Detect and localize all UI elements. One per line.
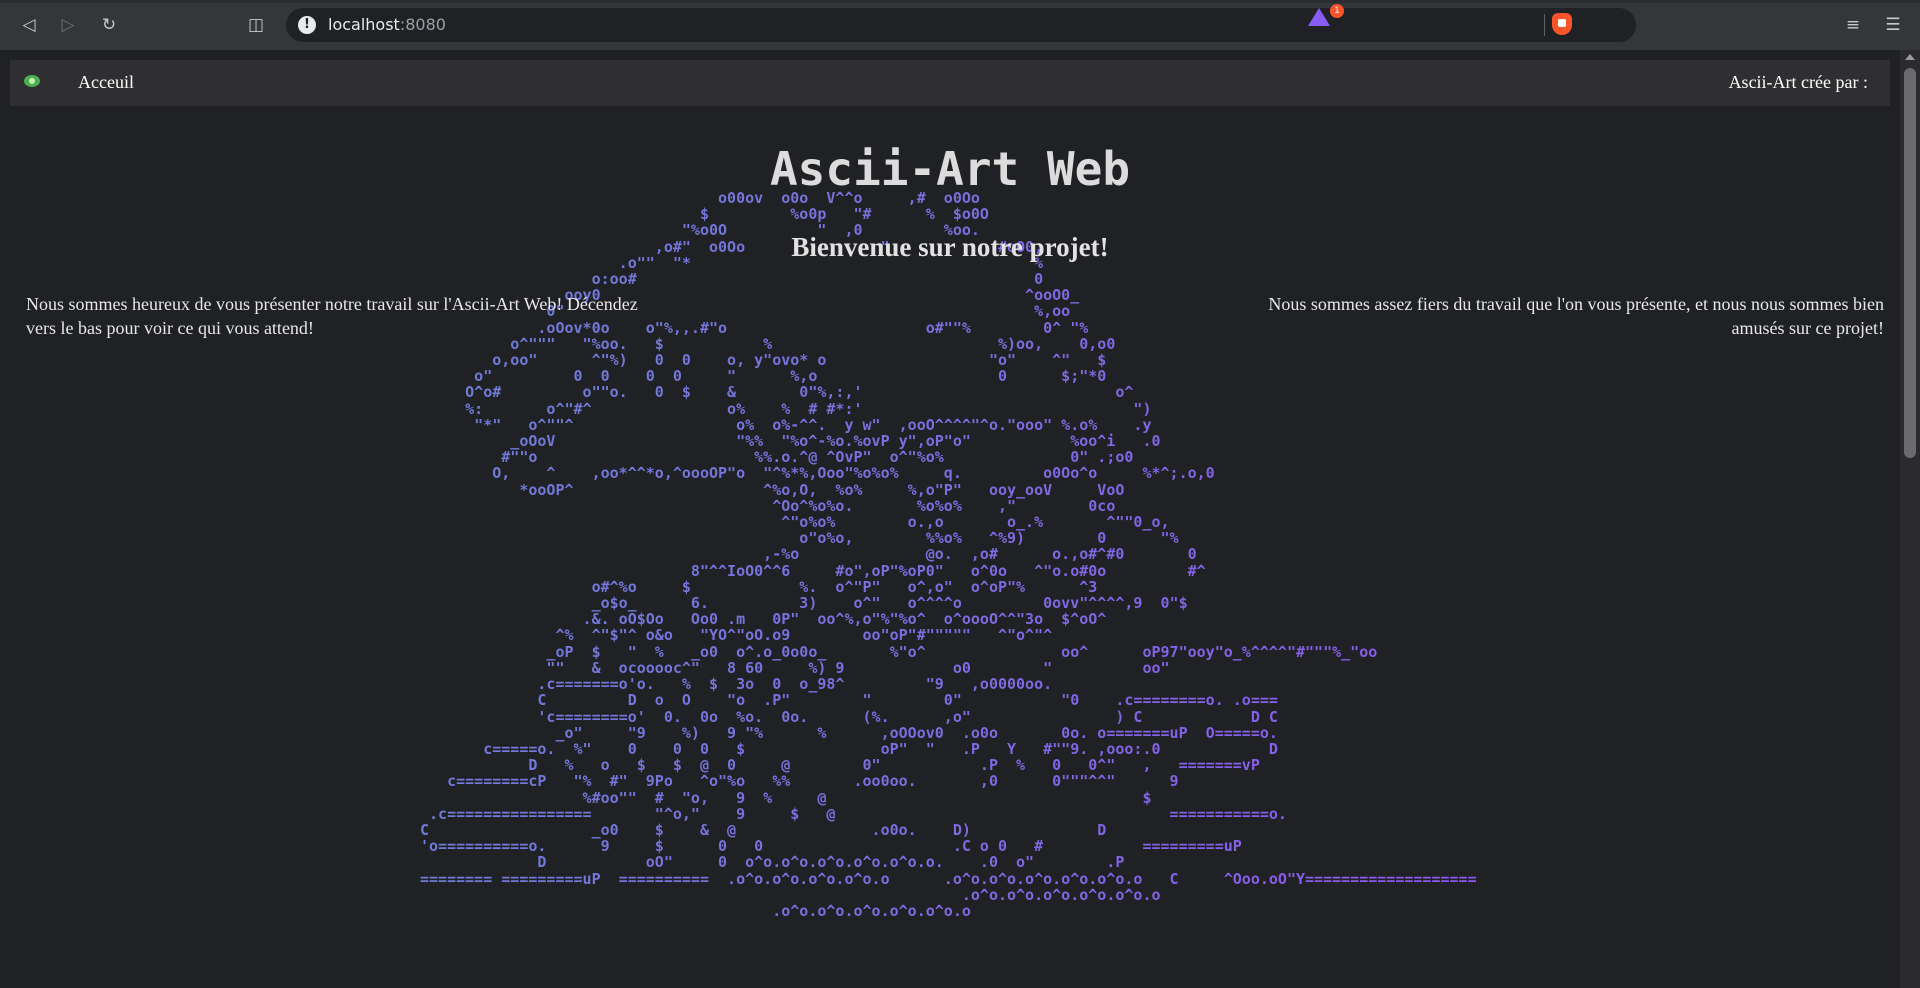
page-content: Acceuil Ascii-Art crée par : o00ov o0o V… xyxy=(0,50,1900,988)
nav-link-home[interactable]: Acceuil xyxy=(78,72,134,93)
url-host: localhost xyxy=(328,15,400,34)
site-logo-icon[interactable] xyxy=(24,75,40,87)
url-port: :8080 xyxy=(399,15,446,34)
back-button[interactable]: ◁ xyxy=(16,13,42,37)
scroll-up-icon[interactable] xyxy=(1905,54,1915,60)
page-title: Ascii-Art Web xyxy=(769,142,1131,196)
tab-strip xyxy=(0,0,1920,3)
url-text: localhost:8080 xyxy=(328,15,446,34)
browser-toolbar: ◁ ▷ ↻ ◫ ! localhost:8080 1 ≡ ☰ xyxy=(0,0,1920,50)
reload-button[interactable]: ↻ xyxy=(96,13,122,37)
brave-shields-icon[interactable] xyxy=(1552,13,1572,35)
rewards-badge: 1 xyxy=(1330,4,1344,18)
intro-right-text: Nous sommes assez fiers du travail que l… xyxy=(1268,294,1884,338)
site-navbar: Acceuil Ascii-Art crée par : xyxy=(10,60,1890,106)
page-scrollbar[interactable] xyxy=(1900,50,1920,988)
bookmark-icon[interactable]: ◫ xyxy=(243,13,269,37)
site-info-icon[interactable]: ! xyxy=(298,16,316,34)
brave-rewards-icon[interactable] xyxy=(1308,8,1330,26)
address-bar[interactable]: ! localhost:8080 xyxy=(286,8,1636,42)
forward-button[interactable]: ▷ xyxy=(55,13,81,37)
menu-icon[interactable]: ☰ xyxy=(1880,13,1906,37)
intro-left-text: Nous sommes heureux de vous présenter no… xyxy=(26,294,638,338)
media-queue-icon[interactable]: ≡ xyxy=(1840,13,1866,37)
scrollbar-thumb[interactable] xyxy=(1904,68,1916,458)
page-subtitle: Bienvenue sur notre projet! xyxy=(791,232,1109,262)
divider xyxy=(1544,14,1545,36)
nav-credit-text: Ascii-Art crée par : xyxy=(1728,72,1868,92)
